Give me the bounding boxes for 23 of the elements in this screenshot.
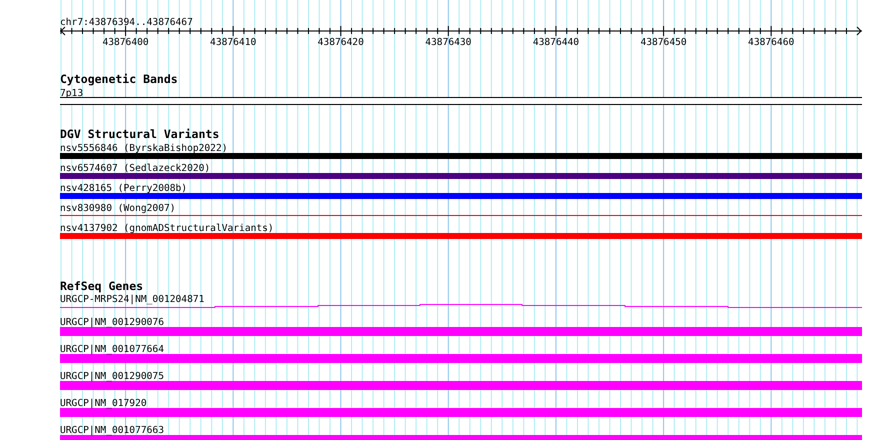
- feature-label: URGCP|NM_017920: [60, 398, 147, 409]
- track-title: RefSeq Genes: [60, 279, 144, 293]
- feature-label: URGCP|NM_001077663: [60, 425, 164, 436]
- track-title: Cytogenetic Bands: [60, 72, 178, 86]
- feature-label: nsv428165 (Perry2008b): [60, 183, 188, 194]
- feature-label: URGCP|NM_001290076: [60, 317, 164, 328]
- feature-label: URGCP|NM_001290075: [60, 371, 164, 382]
- feature-label: nsv830980 (Wong2007): [60, 203, 176, 214]
- ruler-tick-label: 43876450: [640, 37, 687, 48]
- ruler-tick-label: 43876440: [532, 37, 580, 48]
- ruler-tick-label: 43876410: [210, 37, 256, 48]
- feature-label: nsv6574607 (Sedlazeck2020): [60, 163, 210, 174]
- feature-label: URGCP|NM_001077664: [60, 344, 164, 355]
- ruler-tick-label: 43876400: [102, 37, 149, 48]
- ruler-location-label: chr7:43876394..43876467: [60, 17, 193, 28]
- feature-label: nsv4137902 (gnomADStructuralVariants): [60, 223, 274, 234]
- track-title: DGV Structural Variants: [60, 127, 220, 141]
- ruler-tick-label: 43876460: [748, 37, 794, 48]
- ruler-tick-label: 43876420: [318, 37, 364, 48]
- feature-label: 7p13: [60, 88, 84, 99]
- feature-label: URGCP-MRPS24|NM_001204871: [60, 294, 204, 305]
- feature-label: nsv5556846 (ByrskaBishop2022): [60, 143, 228, 154]
- ruler-tick-label: 43876430: [425, 37, 472, 48]
